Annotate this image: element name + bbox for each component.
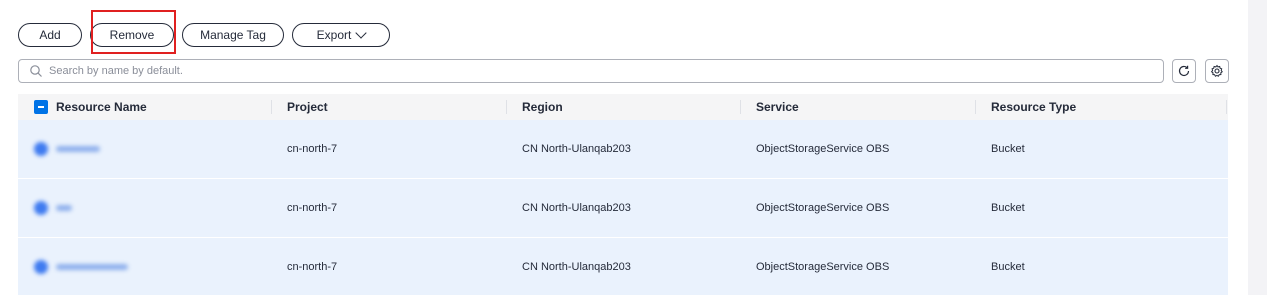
search-bar — [18, 59, 1164, 83]
project-cell: cn-north-7 — [287, 202, 338, 214]
column-header-project: Project — [271, 94, 506, 120]
resource-type-cell: Bucket — [991, 202, 1025, 214]
service-cell: ObjectStorageService OBS — [756, 261, 890, 273]
remove-button[interactable]: Remove — [90, 23, 174, 47]
refresh-button[interactable] — [1172, 59, 1196, 83]
right-scroll-gutter — [1248, 0, 1267, 295]
resource-table: Resource Name Project Region Service Res… — [18, 94, 1228, 295]
table-row[interactable]: cn-north-7 CN North-Ulanqab203 ObjectSto… — [18, 238, 1228, 295]
add-button[interactable]: Add — [18, 23, 82, 47]
search-icon — [30, 65, 42, 77]
redacted-text — [56, 146, 100, 152]
column-header-label: Resource Name — [56, 100, 147, 114]
column-header-resource-name: Resource Name — [18, 94, 271, 120]
column-header-service: Service — [740, 94, 975, 120]
gear-icon — [1210, 64, 1223, 77]
service-cell: ObjectStorageService OBS — [756, 202, 890, 214]
resource-name-cell[interactable] — [18, 201, 271, 215]
search-input[interactable] — [49, 61, 1163, 81]
export-button[interactable]: Export — [292, 23, 390, 47]
export-label: Export — [316, 28, 352, 42]
resource-name-cell[interactable] — [18, 260, 271, 274]
column-header-label: Service — [756, 100, 799, 114]
resource-type-cell: Bucket — [991, 143, 1025, 155]
redacted-text — [56, 205, 72, 211]
chevron-down-icon — [355, 27, 368, 39]
region-cell: CN North-Ulanqab203 — [522, 261, 631, 273]
redacted-text — [56, 264, 128, 270]
column-header-region: Region — [506, 94, 740, 120]
region-cell: CN North-Ulanqab203 — [522, 202, 631, 214]
project-cell: cn-north-7 — [287, 261, 338, 273]
table-row[interactable]: cn-north-7 CN North-Ulanqab203 ObjectSto… — [18, 120, 1228, 179]
project-cell: cn-north-7 — [287, 143, 338, 155]
toolbar: Add Remove Manage Tag Export — [18, 23, 390, 47]
select-all-checkbox[interactable] — [34, 100, 48, 114]
table-header: Resource Name Project Region Service Res… — [18, 94, 1228, 120]
resource-icon — [34, 142, 48, 156]
service-cell: ObjectStorageService OBS — [756, 143, 890, 155]
table-row[interactable]: cn-north-7 CN North-Ulanqab203 ObjectSto… — [18, 179, 1228, 238]
column-header-resource-type: Resource Type — [975, 94, 1228, 120]
resource-icon — [34, 201, 48, 215]
redacted-resource-name — [34, 260, 271, 274]
column-header-label: Resource Type — [991, 100, 1077, 114]
refresh-icon — [1178, 65, 1190, 77]
region-cell: CN North-Ulanqab203 — [522, 143, 631, 155]
redacted-resource-name — [34, 201, 271, 215]
manage-tag-button[interactable]: Manage Tag — [182, 23, 284, 47]
column-header-label: Region — [522, 100, 563, 114]
resource-icon — [34, 260, 48, 274]
resource-name-cell[interactable] — [18, 142, 271, 156]
redacted-resource-name — [34, 142, 271, 156]
settings-button[interactable] — [1205, 59, 1229, 83]
resource-type-cell: Bucket — [991, 261, 1025, 273]
column-header-label: Project — [287, 100, 328, 114]
